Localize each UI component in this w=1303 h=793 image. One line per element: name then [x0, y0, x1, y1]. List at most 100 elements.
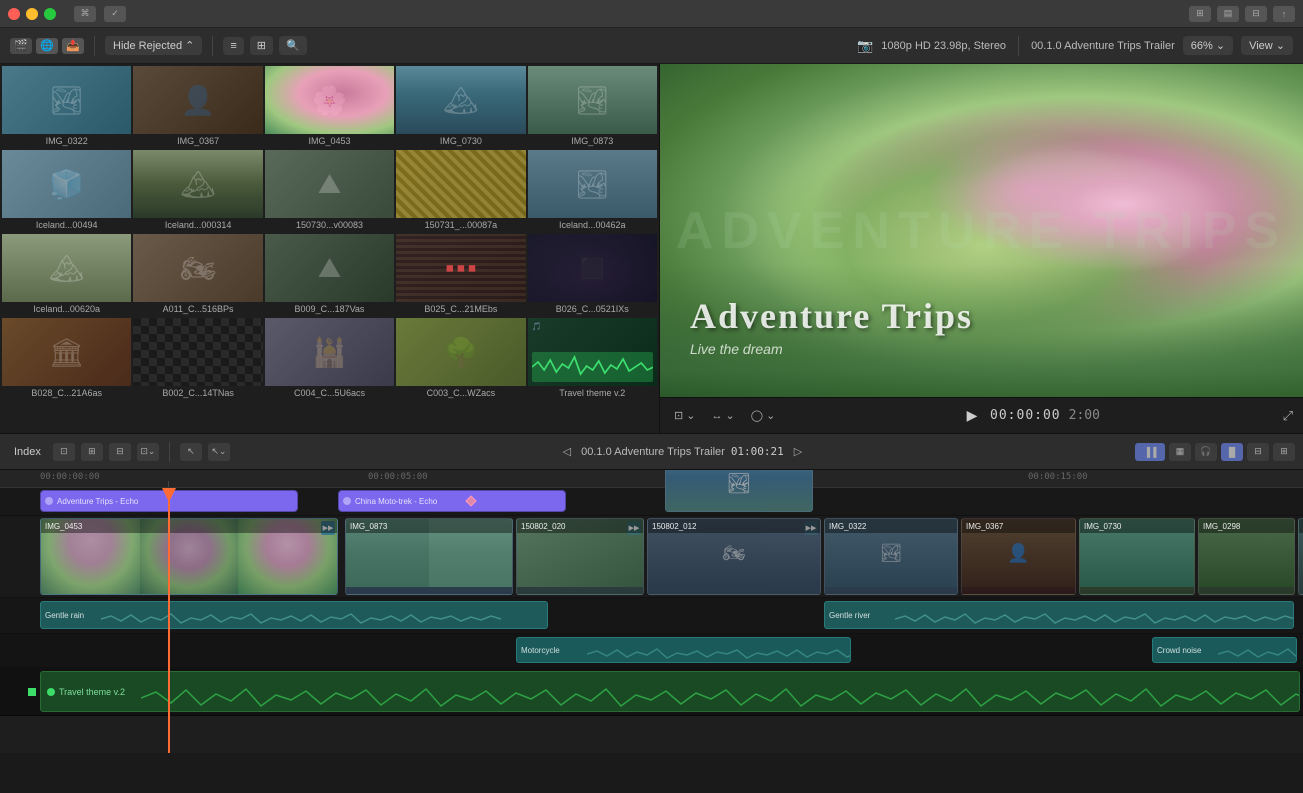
clip-item[interactable]: 150731_...00087a [396, 150, 525, 232]
iceland-000314-clip[interactable]: 🏔 Iceland...000314 [133, 150, 262, 232]
close-button[interactable] [8, 8, 20, 20]
floating-clip-img1775[interactable]: IMG_1775 🏞 [665, 470, 813, 512]
playhead-line [168, 488, 170, 753]
travel-theme-track[interactable]: Travel theme v.2 [40, 671, 1300, 712]
fullscreen-button[interactable]: ⤢ [1283, 408, 1293, 424]
tl-mute-btn[interactable]: ▐▌ [1221, 443, 1243, 461]
timecode-display: 00:00:00 [990, 408, 1061, 423]
travel-theme-label: Travel theme v.2 [59, 687, 125, 697]
preview-transform-button[interactable]: ↔ ⌄ [708, 407, 739, 424]
hide-rejected-label: Hide Rejected [113, 40, 182, 52]
window-controls: ⊞ ▤ ⊟ ↑ [1189, 6, 1295, 22]
preview-color-button[interactable]: ◯ ⌄ [747, 407, 780, 424]
video-clip-img0730[interactable]: IMG_0730 [1079, 518, 1195, 595]
index-button[interactable]: Index [8, 444, 47, 460]
video-clip-img0298[interactable]: IMG_0298 [1198, 518, 1295, 595]
export-icon[interactable]: ↑ [1273, 6, 1295, 22]
share-icon[interactable]: 📤 [62, 38, 84, 54]
tl-tool-1[interactable]: ⊡ [53, 443, 75, 461]
clip-item[interactable]: B002_C...14TNas [133, 318, 262, 400]
timeline-toolbar: Index ⊡ ⊞ ⊟ ⊡⌄ ↖ ↖⌄ ◁ 00.1.0 Adventure T… [0, 434, 1303, 470]
sort-button[interactable]: ⊞ [250, 36, 273, 55]
video-clip-15-tail[interactable]: 15... [1298, 518, 1303, 595]
crowd-noise-clip[interactable]: Crowd noise [1152, 637, 1297, 663]
play-button[interactable]: ▶ [962, 406, 982, 426]
clip-item[interactable]: ⬛ B026_C...0521IXs [528, 234, 657, 316]
music-main-row: Travel theme v.2 [0, 668, 1303, 716]
video-clip-img0873[interactable]: IMG_0873 [345, 518, 513, 595]
clip-item[interactable]: 🏞 Iceland...00462a [528, 150, 657, 232]
tl-project-info: ◁ 00.1.0 Adventure Trips Trailer 01:00:2… [559, 443, 807, 460]
gentle-rain-clip[interactable]: Gentle rain [40, 601, 548, 629]
preview-viewport: ADVENTURE TRIPS Adventure Trips Live the… [660, 64, 1303, 397]
format-label: 1080p HD 23.98p, Stereo [881, 40, 1006, 52]
tl-prev-button[interactable]: ◁ [559, 443, 575, 460]
clip-item[interactable]: 🏛 B028_C...21A6as [2, 318, 131, 400]
clip-item[interactable]: 🏍 A011_C...516BPs [133, 234, 262, 316]
preview-main-title: Adventure Trips [690, 295, 1273, 337]
layout-icon[interactable]: ⊟ [1245, 6, 1267, 22]
checkmark-icon[interactable]: ✓ [104, 6, 126, 22]
tl-tool-3[interactable]: ⊟ [109, 443, 131, 461]
view-button[interactable]: View ⌄ [1241, 36, 1293, 55]
clip-item[interactable]: 🌸 IMG_0453 [265, 66, 394, 148]
motorcycle-clip[interactable]: Motorcycle [516, 637, 851, 663]
titlebar: ⌘ ✓ ⊞ ▤ ⊟ ↑ [0, 0, 1303, 28]
tl-separator [169, 442, 170, 462]
camera-icon: 📷 [857, 38, 873, 54]
film-icon[interactable]: 🎬 [10, 38, 32, 54]
clip-item[interactable]: 🧊 Iceland...00494 [2, 150, 131, 232]
tl-next-button[interactable]: ▷ [790, 443, 806, 460]
tl-clip-btn[interactable]: ⊟ [1247, 443, 1269, 461]
select-tool-button[interactable]: ↖ [180, 443, 202, 461]
clip-item[interactable]: 🏞 IMG_0873 [528, 66, 657, 148]
tl-tool-4[interactable]: ⊡⌄ [137, 443, 159, 461]
travel-theme-clip[interactable]: 🎵 Travel theme v.2 [528, 318, 657, 400]
clip-item[interactable]: 🏞 IMG_0322 [2, 66, 131, 148]
ruler-mark-1: 00:00:05:00 [368, 472, 428, 482]
clip-item[interactable]: 🏔 Iceland...00620a [2, 234, 131, 316]
clip-item[interactable]: ⛰ B009_C...187Vas [265, 234, 394, 316]
clip-item[interactable]: 🌳 C003_C...WZacs [396, 318, 525, 400]
video-clip-img0367[interactable]: IMG_0367 👤 [961, 518, 1076, 595]
minimize-button[interactable] [26, 8, 38, 20]
filmstrip-icon[interactable]: ▤ [1217, 6, 1239, 22]
audio-motorcycle-row: Motorcycle Crowd noise [0, 634, 1303, 668]
video-clip-img0322[interactable]: IMG_0322 🏞 [824, 518, 958, 595]
music-upper-row: Adventure Trips - Echo China Moto-trek -… [0, 488, 1303, 516]
duration-display: 2:00 [1069, 408, 1100, 423]
china-moto-clip[interactable]: China Moto-trek - Echo [338, 490, 566, 512]
hide-rejected-button[interactable]: Hide Rejected ⌃ [105, 36, 202, 55]
clip-item[interactable]: ⛰ 150730...v00083 [265, 150, 394, 232]
video-clip-150802-012[interactable]: 150802_012 🏍 ▶▶ [647, 518, 821, 595]
video-clip-150802-020[interactable]: 150802_020 ▶▶ [516, 518, 644, 595]
search-button[interactable]: 🔍 [279, 36, 307, 55]
tl-tool-2[interactable]: ⊞ [81, 443, 103, 461]
preview-overlay-title: Adventure Trips Live the dream [690, 295, 1273, 357]
globe-icon[interactable]: 🌐 [36, 38, 58, 54]
tl-headphones-btn[interactable]: 🎧 [1195, 443, 1217, 461]
traffic-lights [8, 8, 56, 20]
view-options-button[interactable]: ≡ [223, 37, 243, 55]
separator3 [1018, 36, 1019, 56]
maximize-button[interactable] [44, 8, 56, 20]
preview-crop-button[interactable]: ⊡ ⌄ [670, 407, 700, 424]
clip-item[interactable]: 🕌 C004_C...5U6acs [265, 318, 394, 400]
gentle-river-clip[interactable]: Gentle river [824, 601, 1294, 629]
video-clip-img0453[interactable]: IMG_0453 ▶▶ [40, 518, 338, 595]
zoom-button[interactable]: 66% ⌄ [1183, 36, 1233, 55]
select-option-button[interactable]: ↖⌄ [208, 443, 230, 461]
audio-gentle-row: Gentle rain Gentle river [0, 598, 1303, 634]
clip-item[interactable]: 🏔 IMG_0730 [396, 66, 525, 148]
key-icon[interactable]: ⌘ [74, 6, 96, 22]
tl-waveform-btn[interactable]: ▦ [1169, 443, 1191, 461]
clip-item[interactable]: 👤 IMG_0367 [133, 66, 262, 148]
ruler-mark-0: 00:00:00:00 [40, 472, 100, 482]
main-toolbar: 🎬 🌐 📤 Hide Rejected ⌃ ≡ ⊞ 🔍 📷 1080p HD 2… [0, 28, 1303, 64]
tl-layout-btn[interactable]: ⊞ [1273, 443, 1295, 461]
grid-view-icon[interactable]: ⊞ [1189, 6, 1211, 22]
clip-item[interactable]: ◼ ◼ ◼ B025_C...21MEbs [396, 234, 525, 316]
preview-controls: ⊡ ⌄ ↔ ⌄ ◯ ⌄ ▶ 00:00:00 2:00 ⤢ [660, 397, 1303, 433]
tl-appearance-btn[interactable]: ▐▐ [1135, 443, 1165, 461]
browser-panel: 🏞 IMG_0322 👤 IMG_0367 🌸 IMG_0453 🏔 IMG_0… [0, 64, 660, 433]
